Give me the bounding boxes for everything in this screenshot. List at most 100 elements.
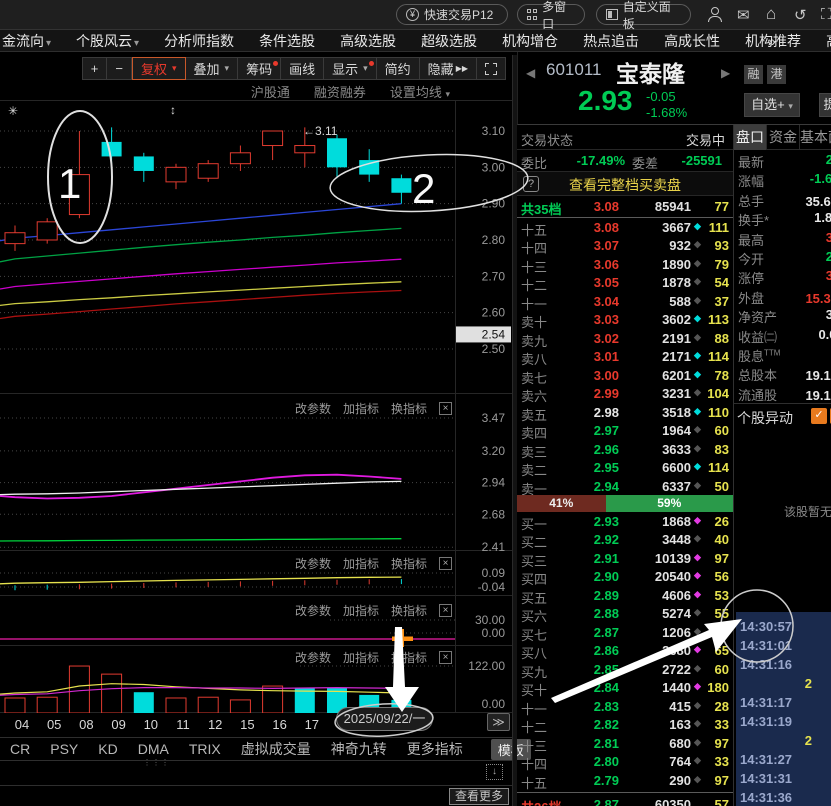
tab-0[interactable]: 盘口 — [734, 125, 767, 150]
indicator-tab-5[interactable]: 虚拟成交量 — [241, 739, 311, 759]
sell-row-5[interactable]: 十一 3.04 588 ◆ 37 — [517, 294, 733, 313]
toolbar-button-2[interactable]: 复权 ▾ — [131, 57, 186, 80]
panel-toolbar-item-1[interactable]: 加指标 — [343, 649, 379, 666]
panel-toolbar-item-0[interactable]: 改参数 — [295, 602, 331, 619]
market-link-1[interactable]: 融资融券 — [314, 82, 366, 101]
toolbar-button-0[interactable]: + — [81, 57, 108, 80]
panel-toolbar-item-1[interactable]: 加指标 — [343, 555, 379, 572]
buy-row-8[interactable]: 买八 2.86 2680 ◆ 65 — [517, 643, 733, 662]
indicator-tab-0[interactable]: CR — [10, 741, 30, 757]
menu-item-3[interactable]: 条件选股 — [259, 31, 315, 51]
next-stock-arrow[interactable]: ▶ — [721, 66, 730, 80]
market-link-0[interactable]: 沪股通 — [251, 82, 290, 101]
close-icon[interactable]: × — [439, 651, 452, 664]
user-icon[interactable] — [708, 7, 722, 23]
panel-toolbar-item-0[interactable]: 改参数 — [295, 555, 331, 572]
sell-row-8[interactable]: 卖八 3.01 2171 ◆ 114 — [517, 349, 733, 368]
buy-row-5[interactable]: 买五 2.89 4606 ◆ 53 — [517, 588, 733, 607]
add-watchlist-button[interactable]: 自选+ ▾ — [744, 93, 800, 117]
sell-row-12[interactable]: 卖四 2.97 1964 ◆ 60 — [517, 423, 733, 442]
close-icon[interactable]: × — [439, 557, 452, 570]
toolbar-button-6[interactable]: 显示 ▾ — [324, 57, 377, 80]
panel-toolbar-item-2[interactable]: 换指标 — [391, 649, 427, 666]
sell-row-13[interactable]: 卖三 2.96 3633 ◆ 83 — [517, 442, 733, 461]
ma-settings-dropdown[interactable]: 设置均线 ▾ — [390, 82, 450, 101]
close-icon[interactable]: × — [439, 604, 452, 617]
indicator-tab-4[interactable]: TRIX — [189, 741, 221, 757]
indicator-tab-7[interactable]: 更多指标 — [407, 739, 463, 759]
menu-item-1[interactable]: 个股风云 ▾ — [76, 31, 139, 51]
toolbar-button-3[interactable]: 叠加 ▾ — [185, 57, 239, 80]
sell-row-11[interactable]: 卖五 2.98 3518 ◆ 110 — [517, 405, 733, 424]
close-icon[interactable]: × — [439, 402, 452, 415]
sell-row-3[interactable]: 十三 3.06 1890 ◆ 79 — [517, 257, 733, 276]
mail-icon[interactable]: ✉ — [737, 6, 750, 24]
panel-toolbar-item-2[interactable]: 换指标 — [391, 555, 427, 572]
full-depth-link[interactable]: 查看完整档买卖盘 — [517, 175, 733, 195]
buy-row-15[interactable]: 十五 2.79 290 ◆ 97 — [517, 773, 733, 792]
buy-row-14[interactable]: 十四 2.80 764 ◆ 33 — [517, 754, 733, 773]
menu-item-0[interactable]: 金流向 ▾ — [2, 31, 51, 51]
toolbar-button-4[interactable]: 筹码 — [238, 57, 282, 80]
sell-row-6[interactable]: 卖十 3.03 3602 ◆ 113 — [517, 312, 733, 331]
undo-icon[interactable]: ↺ — [794, 6, 807, 24]
panel-toolbar-item-1[interactable]: 加指标 — [343, 602, 379, 619]
menu-item-8[interactable]: 高成长性 — [664, 31, 720, 51]
toolbar-button-7[interactable]: 简约 — [376, 57, 420, 80]
sell-row-14[interactable]: 卖二 2.95 6600 ◆ 114 — [517, 460, 733, 479]
toolbar-button-8[interactable]: 隐藏 ▶▶ — [419, 57, 477, 80]
buy-row-12[interactable]: 十二 2.82 163 ◆ 33 — [517, 717, 733, 736]
full-depth-link-row[interactable]: ? 查看完整档买卖盘 — [517, 172, 733, 196]
sell-row-4[interactable]: 十二 3.05 1878 ◆ 54 — [517, 275, 733, 294]
menu-item-4[interactable]: 高级选股 — [340, 31, 396, 51]
sell-row-9[interactable]: 卖七 3.00 6201 ◆ 78 — [517, 368, 733, 387]
quick-trade-button[interactable]: ¥ 快速交易P12 — [396, 4, 508, 25]
buy-row-10[interactable]: 买十 2.84 1440 ◆ 180 — [517, 680, 733, 699]
buy-row-9[interactable]: 买九 2.85 2722 ◆ 60 — [517, 662, 733, 681]
view-more-button[interactable]: 查看更多 — [449, 788, 510, 805]
menu-item-5[interactable]: 超级选股 — [421, 31, 477, 51]
home-icon[interactable]: ⌂ — [766, 4, 776, 24]
sell-row-1[interactable]: 十五 3.08 3667 ◆ 111 — [517, 220, 733, 239]
indicator-tab-2[interactable]: KD — [98, 741, 117, 757]
indicator-tab-3[interactable]: DMA — [138, 741, 169, 757]
menu-item-10[interactable]: 高管增持 — [826, 31, 831, 51]
fullscreen-button[interactable] — [477, 57, 506, 80]
buy-row-6[interactable]: 买六 2.88 5274 ◆ 55 — [517, 606, 733, 625]
multi-window-button[interactable]: 多窗口 — [517, 0, 585, 31]
buy-row-1[interactable]: 买一 2.93 1868 ◆ 26 — [517, 514, 733, 533]
buy-row-2[interactable]: 买二 2.92 3448 ◆ 40 — [517, 532, 733, 551]
alert-button-clipped[interactable]: 提 — [819, 93, 831, 117]
menu-item-2[interactable]: 分析师指数 — [164, 31, 234, 51]
toolbar-button-1[interactable]: − — [107, 57, 132, 80]
panel-toolbar-item-1[interactable]: 加指标 — [343, 400, 379, 417]
panel-toolbar-item-0[interactable]: 改参数 — [295, 400, 331, 417]
theme-icon[interactable]: ⛶ — [821, 6, 831, 23]
toolbar-button-5[interactable]: 画线 — [281, 57, 325, 80]
buy-row-7[interactable]: 买七 2.87 1206 ◆ 46 — [517, 625, 733, 644]
buy-row-4[interactable]: 买四 2.90 20540 ◆ 56 — [517, 569, 733, 588]
indicator-tab-6[interactable]: 神奇九转 — [331, 739, 387, 759]
tab-1[interactable]: 资金 — [767, 125, 800, 150]
panel-toolbar-item-0[interactable]: 改参数 — [295, 649, 331, 666]
custom-panel-button[interactable]: 自定义面板 — [596, 0, 691, 31]
date-box[interactable]: 2025/09/22/一 — [336, 707, 433, 731]
drag-grip-icon[interactable]: ⋮⋮⋮ — [143, 758, 170, 767]
sell-row-2[interactable]: 十四 3.07 932 ◆ 93 — [517, 238, 733, 257]
panel-toolbar-item-2[interactable]: 换指标 — [391, 400, 427, 417]
buy-row-13[interactable]: 十三 2.81 680 ◆ 97 — [517, 736, 733, 755]
menu-item-7[interactable]: 热点追击 — [583, 31, 639, 51]
menu-more[interactable]: » — [768, 33, 776, 49]
buy-row-3[interactable]: 买三 2.91 10139 ◆ 97 — [517, 551, 733, 570]
panel-save-icon[interactable]: ↓ — [486, 764, 503, 780]
sell-row-7[interactable]: 卖九 3.02 2191 ◆ 88 — [517, 331, 733, 350]
buy-row-11[interactable]: 十一 2.83 415 ◆ 28 — [517, 699, 733, 718]
panel-toolbar-item-2[interactable]: 换指标 — [391, 602, 427, 619]
scroll-right-button[interactable]: ≫ — [487, 713, 510, 731]
indicator-tab-1[interactable]: PSY — [50, 741, 78, 757]
menu-item-6[interactable]: 机构增仓 — [502, 31, 558, 51]
tab-2[interactable]: 基本面 — [800, 125, 831, 150]
prev-stock-arrow[interactable]: ◀ — [526, 66, 535, 80]
alert-checkbox[interactable]: ✓ — [811, 408, 827, 424]
sell-row-10[interactable]: 卖六 2.99 3231 ◆ 104 — [517, 386, 733, 405]
